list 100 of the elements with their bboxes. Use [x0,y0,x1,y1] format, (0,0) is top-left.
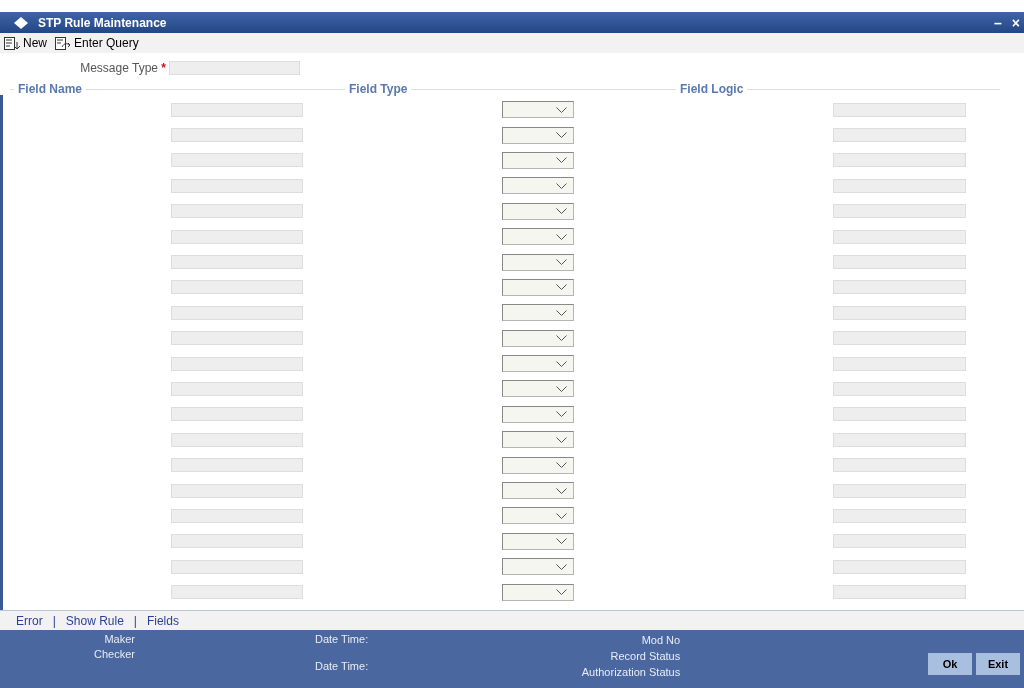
field-logic-input[interactable] [833,382,966,396]
field-logic-input[interactable] [833,229,966,244]
field-name-input[interactable] [171,508,303,523]
field-name-input[interactable] [171,229,303,244]
field-logic-input[interactable] [833,153,966,168]
field-type-select[interactable] [502,177,574,195]
audit-label: Maker [104,632,135,647]
field-name-input[interactable] [171,559,303,574]
enter-query-button[interactable]: Enter Query [55,34,139,52]
field-type-select[interactable] [502,405,574,423]
footer-link[interactable]: Fields [146,611,179,630]
field-name-input[interactable] [171,178,303,193]
field-type-select[interactable] [502,202,574,220]
chevron-down-icon [556,512,567,519]
field-logic-input[interactable] [833,559,966,574]
field-name-input[interactable] [171,153,303,168]
link-separator: | [133,612,137,630]
audit-label: Date Time: [315,632,369,647]
new-button[interactable]: New [4,34,47,52]
chevron-down-icon [556,284,567,291]
chevron-down-icon [556,233,567,240]
field-type-select[interactable] [502,101,574,119]
diamond-icon [14,16,28,29]
field-name-input[interactable] [171,534,303,549]
field-name-input[interactable] [171,458,303,473]
field-type-select[interactable] [502,304,574,322]
chevron-down-icon [556,360,567,367]
field-type-select[interactable] [502,482,574,500]
audit-label: Checker [94,647,135,662]
field-logic-input[interactable] [833,178,966,193]
field-logic-input[interactable] [833,458,966,473]
chevron-down-icon [556,106,567,113]
chevron-down-icon [556,309,567,316]
field-name-input[interactable] [171,128,303,143]
field-logic-input[interactable] [833,407,966,422]
field-logic-input[interactable] [833,356,966,371]
field-type-select[interactable] [502,507,574,525]
field-name-input[interactable] [171,382,303,396]
chevron-down-icon [556,386,567,392]
field-type-select[interactable] [502,431,574,449]
field-type-select[interactable] [502,380,574,398]
chevron-down-icon [556,538,567,545]
field-type-select[interactable] [502,558,574,576]
field-name-input[interactable] [171,280,303,295]
field-type-select[interactable] [502,583,574,601]
chevron-down-icon [556,436,567,443]
query-document-icon [55,36,71,50]
link-separator: | [52,612,56,630]
field-logic-input[interactable] [833,483,966,498]
field-type-select[interactable] [502,329,574,347]
field-logic-input[interactable] [833,331,966,346]
audit-label: Mod No [641,633,681,648]
field-logic-input[interactable] [833,255,966,270]
audit-label: Date Time: [315,659,369,674]
chevron-down-icon [556,563,567,570]
field-name-input[interactable] [171,585,303,600]
field-logic-input[interactable] [833,102,966,117]
field-name-input[interactable] [171,255,303,270]
message-type-input[interactable] [169,61,300,75]
chevron-down-icon [556,157,567,164]
message-type-label: Message Type * [80,60,166,77]
field-type-select[interactable] [502,355,574,373]
field-name-input[interactable] [171,102,303,117]
field-logic-input[interactable] [833,280,966,295]
field-logic-input[interactable] [833,204,966,219]
section-heading: Field Name [14,83,87,95]
audit-label: Authorization Status [581,665,681,680]
field-name-input[interactable] [171,331,303,346]
field-type-select[interactable] [502,532,574,550]
chevron-down-icon [556,487,567,494]
field-name-input[interactable] [171,407,303,422]
chevron-down-icon [556,462,567,469]
field-logic-input[interactable] [833,305,966,320]
field-name-input[interactable] [171,305,303,320]
field-logic-input[interactable] [833,508,966,523]
field-name-input[interactable] [171,356,303,371]
field-logic-input[interactable] [833,128,966,143]
footer-link[interactable]: Show Rule [65,611,124,630]
section-heading: Field Logic [676,83,748,95]
exit-button[interactable]: Exit [976,653,1020,675]
chevron-down-icon [556,589,567,596]
footer-link[interactable]: Error [16,611,43,630]
chevron-down-icon [556,208,567,215]
ok-button[interactable]: Ok [928,653,972,675]
minimize-button[interactable]: – [994,15,1002,30]
chevron-down-icon [556,411,567,418]
field-type-select[interactable] [502,278,574,296]
field-name-input[interactable] [171,483,303,498]
field-name-input[interactable] [171,432,303,447]
field-type-select[interactable] [502,253,574,271]
field-logic-input[interactable] [833,585,966,600]
close-button[interactable]: × [1011,15,1020,30]
field-type-select[interactable] [502,456,574,474]
field-name-input[interactable] [171,204,303,219]
field-logic-input[interactable] [833,432,966,447]
field-logic-input[interactable] [833,534,966,549]
field-type-select[interactable] [502,151,574,169]
field-type-select[interactable] [502,228,574,246]
chevron-down-icon [556,335,567,342]
field-type-select[interactable] [502,126,574,144]
